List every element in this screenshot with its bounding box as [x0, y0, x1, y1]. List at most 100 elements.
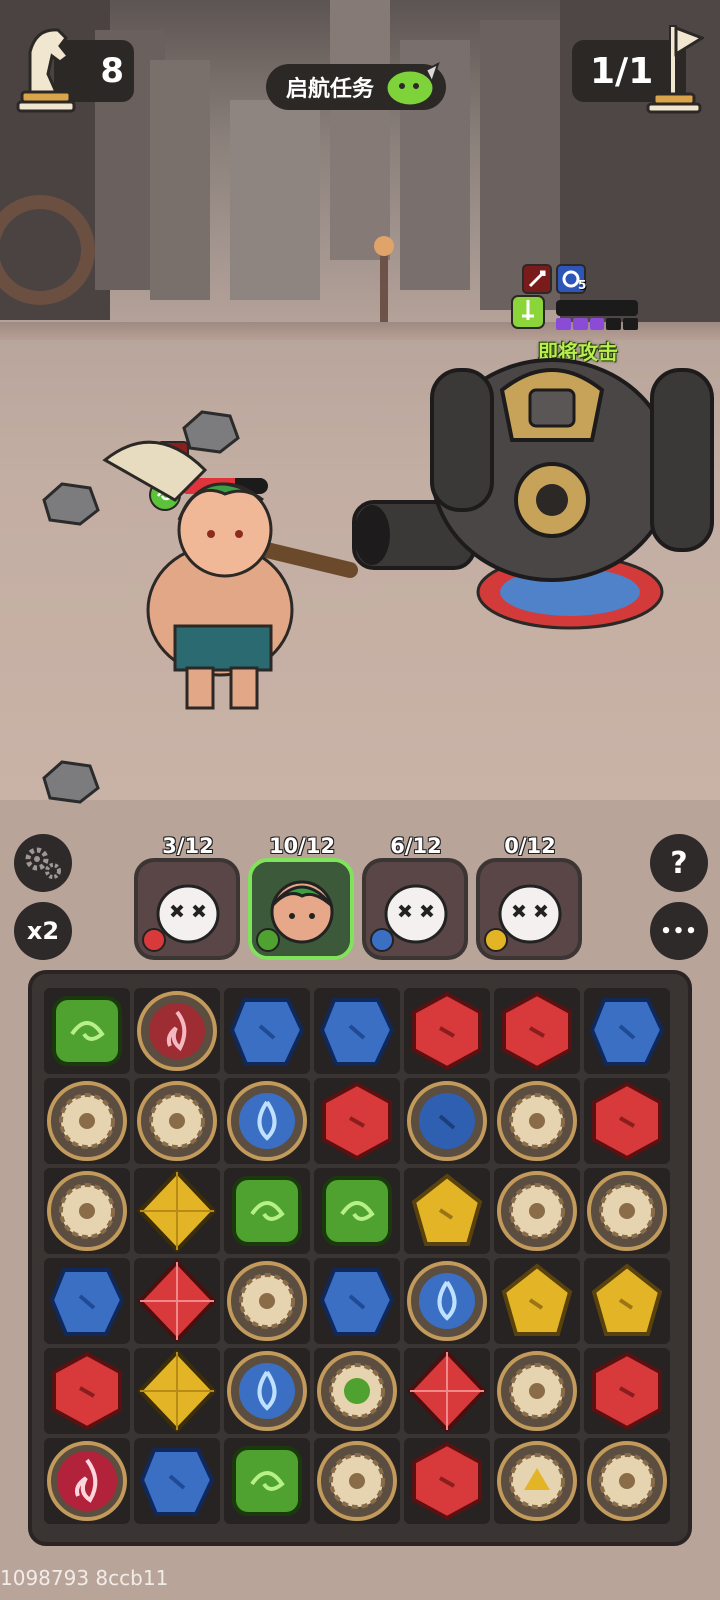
gem-gear-icon: [587, 1441, 667, 1521]
settings-button[interactable]: [14, 834, 72, 892]
team-member-slot[interactable]: 6/12: [360, 834, 472, 964]
gem-green-icon: [232, 1176, 302, 1246]
team-member-slot[interactable]: 3/12: [132, 834, 244, 964]
gem-red-crystal-icon: [407, 1349, 487, 1433]
board-cell[interactable]: [224, 988, 310, 1074]
knight-count: 8: [100, 51, 124, 91]
board-cell[interactable]: [44, 1438, 130, 1524]
gem-earth-rune-icon: [497, 1441, 577, 1521]
build-id: 1098793 8ccb11: [0, 1566, 169, 1590]
board-cell[interactable]: [314, 1078, 400, 1164]
board-cell[interactable]: [224, 1258, 310, 1344]
hero-portrait[interactable]: [362, 858, 468, 960]
gem-fire-orb-icon: [47, 1441, 127, 1521]
board-cell[interactable]: [134, 1078, 220, 1164]
charge-pip: [606, 318, 622, 330]
gem-red-crystal-icon: [137, 1259, 217, 1343]
flag-icon: [646, 25, 704, 114]
board-cell[interactable]: [494, 1258, 580, 1344]
board-cell[interactable]: [314, 1168, 400, 1254]
enemy-charge-pips: [556, 318, 638, 330]
board-cell[interactable]: [404, 1438, 490, 1524]
board-cell[interactable]: [584, 1078, 670, 1164]
gem-gear-icon: [587, 1171, 667, 1251]
board-cell[interactable]: [494, 988, 580, 1074]
board-cell[interactable]: [494, 1168, 580, 1254]
green-slime-icon: [384, 62, 440, 108]
gem-blue-icon: [319, 998, 395, 1066]
portrait-art: [366, 862, 464, 956]
gem-yellow-icon: [591, 1263, 663, 1336]
energy-count: 0/12: [504, 834, 556, 858]
gem-water-rune-icon: [227, 1351, 307, 1431]
speed-toggle-button[interactable]: x2: [14, 902, 72, 960]
board-cell[interactable]: [44, 988, 130, 1074]
board-cell[interactable]: [134, 1258, 220, 1344]
team-member-slot[interactable]: 0/12: [474, 834, 586, 964]
speed-label: x2: [26, 917, 60, 945]
sword-debuff-icon: [522, 264, 552, 294]
board-cell[interactable]: [404, 988, 490, 1074]
board-cell[interactable]: [314, 988, 400, 1074]
gem-gear-icon: [497, 1081, 577, 1161]
board-cell[interactable]: [224, 1168, 310, 1254]
more-button[interactable]: •••: [650, 902, 708, 960]
stage-progress: 1/1: [590, 50, 654, 92]
board-cell[interactable]: [44, 1258, 130, 1344]
mech-golem-boss[interactable]: [352, 330, 720, 650]
board-cell[interactable]: [404, 1168, 490, 1254]
board-cell[interactable]: [404, 1078, 490, 1164]
board-cell[interactable]: [134, 988, 220, 1074]
charge-pip: [556, 318, 571, 330]
gear-buff-level: 5: [578, 278, 587, 292]
gem-green-icon: [52, 996, 122, 1066]
help-button[interactable]: ?: [650, 834, 708, 892]
more-label: •••: [660, 920, 698, 942]
board-cell[interactable]: [134, 1168, 220, 1254]
hero-portrait[interactable]: [134, 858, 240, 960]
board-cell[interactable]: [314, 1348, 400, 1434]
gem-blue-icon: [49, 1268, 125, 1336]
board-cell[interactable]: [494, 1348, 580, 1434]
hero-portrait[interactable]: [476, 858, 582, 960]
board-cell[interactable]: [134, 1438, 220, 1524]
board-cell[interactable]: [584, 1438, 670, 1524]
board-cell[interactable]: [314, 1438, 400, 1524]
board-cell[interactable]: [224, 1078, 310, 1164]
board-cell[interactable]: [224, 1348, 310, 1434]
portrait-art: [138, 862, 236, 956]
charge-pip: [572, 318, 588, 330]
energy-count: 3/12: [162, 834, 214, 858]
mission-title: 启航任务: [286, 77, 375, 102]
board-cell[interactable]: [134, 1348, 220, 1434]
energy-count: 10/12: [268, 834, 336, 858]
gem-water-rune-icon: [407, 1261, 487, 1341]
gem-red-icon: [592, 1351, 662, 1431]
board-cell[interactable]: [494, 1438, 580, 1524]
gem-blue-icon: [589, 998, 665, 1066]
stone-obstacle: [42, 482, 100, 526]
hero-portrait[interactable]: [248, 858, 354, 960]
board-cell[interactable]: [404, 1258, 490, 1344]
sword-intent-icon: [511, 295, 545, 329]
gem-gear-icon: [227, 1261, 307, 1341]
gem-gear-icon: [47, 1081, 127, 1161]
board-cell[interactable]: [224, 1438, 310, 1524]
team-member-slot[interactable]: 10/12: [246, 834, 358, 964]
board-cell[interactable]: [314, 1258, 400, 1344]
gem-blue-icon: [319, 1268, 395, 1336]
board-cell[interactable]: [44, 1348, 130, 1434]
board-cell[interactable]: [584, 1348, 670, 1434]
board-cell[interactable]: [494, 1078, 580, 1164]
board-cell[interactable]: [584, 1258, 670, 1344]
portrait-art: [252, 862, 350, 956]
barbarian-hero: [102, 440, 358, 710]
gem-fire-rune-icon: [137, 991, 217, 1071]
board-cell[interactable]: [584, 1168, 670, 1254]
board-cell[interactable]: [44, 1078, 130, 1164]
gears-icon: [25, 847, 61, 879]
board-cell[interactable]: [404, 1348, 490, 1434]
gem-blue-icon: [229, 998, 305, 1066]
board-cell[interactable]: [44, 1168, 130, 1254]
board-cell[interactable]: [584, 988, 670, 1074]
